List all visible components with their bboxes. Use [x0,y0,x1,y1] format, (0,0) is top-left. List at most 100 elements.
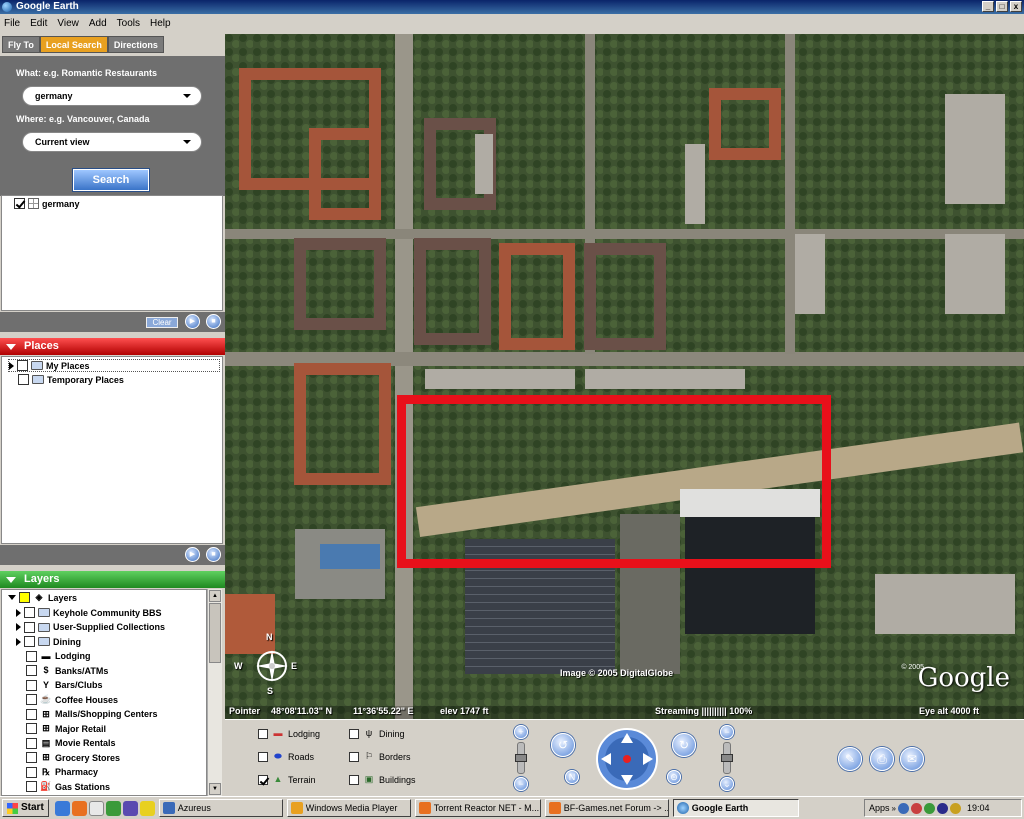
clear-button[interactable]: Clear [146,317,178,328]
layer-item[interactable]: ℞ Pharmacy [26,766,98,778]
where-input[interactable]: Current view [22,132,202,152]
expand-icon[interactable] [16,637,21,646]
what-input[interactable]: germany [22,86,202,106]
network-icon[interactable] [897,802,909,814]
task-torrent-reactor[interactable]: Torrent Reactor NET - M... [414,799,541,817]
layer-toggle-terrain[interactable]: ▲ Terrain [258,774,316,785]
menu-file[interactable]: File [4,18,20,29]
expand-icon[interactable] [9,361,14,370]
tab-fly-to[interactable]: Fly To [2,36,40,53]
layers-root-checkbox[interactable] [19,592,30,603]
tilt-down-icon[interactable]: ⌄ [720,777,734,791]
zoom-in-icon[interactable]: + [514,725,528,739]
result-checkbox[interactable] [14,198,25,209]
layer-checkbox[interactable] [26,708,37,720]
layer-item[interactable]: Keyhole Community BBS [16,607,162,618]
tilt-slider[interactable] [721,742,733,774]
layer-checkbox[interactable] [26,752,37,763]
compass-rose-icon[interactable] [251,638,293,690]
menu-view[interactable]: View [57,18,79,29]
search-button[interactable]: Search [73,169,149,191]
task-windows-media-player[interactable]: Windows Media Player [286,799,411,817]
layer-checkbox[interactable] [26,694,37,705]
expand-icon[interactable] [16,608,21,617]
layer-toggle-dining[interactable]: ψ Dining [349,728,405,739]
layer-item[interactable]: ⛽ Gas Stations [26,781,110,792]
minimize-button[interactable]: _ [982,1,994,12]
layer-item[interactable]: ▬ Lodging [26,650,91,662]
stop-tour-button[interactable]: ■ [206,314,221,329]
layer-item[interactable]: ▤ Movie Rentals [26,737,116,749]
firefox-icon[interactable] [71,800,87,816]
layers-header[interactable]: Layers [0,571,225,588]
zoom-out-icon[interactable]: − [514,777,528,791]
list-item[interactable]: My Places [8,359,220,372]
layer-item[interactable]: Dining [16,636,81,647]
menu-edit[interactable]: Edit [30,18,47,29]
layer-item[interactable]: ⊞ Grocery Stores [26,752,120,763]
rotate-right-icon[interactable]: ↻ [672,733,696,757]
layers-scrollbar[interactable]: ▲ ▼ [207,589,222,796]
tray-chevron-icon[interactable]: » [892,804,896,813]
menu-tools[interactable]: Tools [117,18,140,29]
print-icon[interactable]: ⎙ [870,747,894,771]
layer-checkbox[interactable] [24,636,35,647]
play-tour-button[interactable]: ▶ [185,547,200,562]
layer-item[interactable]: ⊞ Malls/Shopping Centers [26,708,158,720]
list-item[interactable]: Temporary Places [18,374,124,385]
volume-icon[interactable] [949,802,961,814]
close-button[interactable]: x [1010,1,1022,12]
task-bf-games-forum[interactable]: BF-Games.net Forum -> ... [544,799,669,817]
layer-checkbox[interactable] [26,737,37,749]
layer-item[interactable]: Y Bars/Clubs [26,679,103,691]
antivirus-icon[interactable] [910,802,922,814]
chevron-down-icon[interactable] [183,94,191,98]
buildings-checkbox[interactable] [349,774,359,785]
reset-tilt-icon[interactable]: ⊝ [667,770,681,784]
email-icon[interactable]: ✉ [900,747,924,771]
layer-item[interactable]: User-Supplied Collections [16,621,165,633]
winamp-icon[interactable] [139,800,155,816]
layer-item[interactable]: $ Banks/ATMs [26,665,108,676]
list-item[interactable]: germany [14,198,80,209]
chevron-down-icon[interactable] [183,140,191,144]
terrain-checkbox[interactable] [258,774,268,785]
layer-checkbox[interactable] [26,679,37,691]
apps-label[interactable]: Apps [869,803,890,813]
layer-checkbox[interactable] [26,665,37,676]
layer-checkbox[interactable] [26,650,37,662]
places-header[interactable]: Places [0,338,225,355]
expand-icon[interactable] [16,623,21,631]
layer-toggle-lodging[interactable]: ▬ Lodging [258,728,320,739]
task-azureus[interactable]: Azureus [158,799,283,817]
scroll-thumb[interactable] [209,603,221,663]
list-item[interactable]: ◈ Layers [8,592,77,603]
layer-item[interactable]: ⊞ Major Retail [26,723,106,734]
scroll-down-icon[interactable]: ▼ [209,783,221,795]
layer-toggle-borders[interactable]: ⚐ Borders [349,751,411,762]
task-google-earth[interactable]: Google Earth [672,799,799,817]
dining-checkbox[interactable] [349,728,359,739]
collapse-icon[interactable] [8,595,16,600]
tab-directions[interactable]: Directions [107,36,164,53]
messenger-icon[interactable] [936,802,948,814]
layer-checkbox[interactable] [24,621,35,633]
layer-item[interactable]: ☕ Coffee Houses [26,694,118,705]
media-icon[interactable] [105,800,121,816]
scroll-up-icon[interactable]: ▲ [209,590,221,602]
lodging-checkbox[interactable] [258,728,268,739]
maximize-button[interactable]: □ [996,1,1008,12]
map-view[interactable]: N S E W Image © 2005 DigitalGlobe © 2005… [225,34,1024,719]
messenger-icon[interactable] [122,800,138,816]
layer-checkbox[interactable] [24,607,35,618]
play-tour-button[interactable]: ▶ [185,314,200,329]
temporary-places-checkbox[interactable] [18,374,29,385]
stop-tour-button[interactable]: ■ [206,547,221,562]
desktop-icon[interactable] [88,800,104,816]
layer-toggle-roads[interactable]: ⬬ Roads [258,751,314,762]
layer-checkbox[interactable] [26,723,37,734]
layer-checkbox[interactable] [26,781,37,792]
start-button[interactable]: Start [2,799,49,817]
tilt-up-icon[interactable]: − [720,725,734,739]
placemark-icon[interactable]: ✎ [838,747,862,771]
